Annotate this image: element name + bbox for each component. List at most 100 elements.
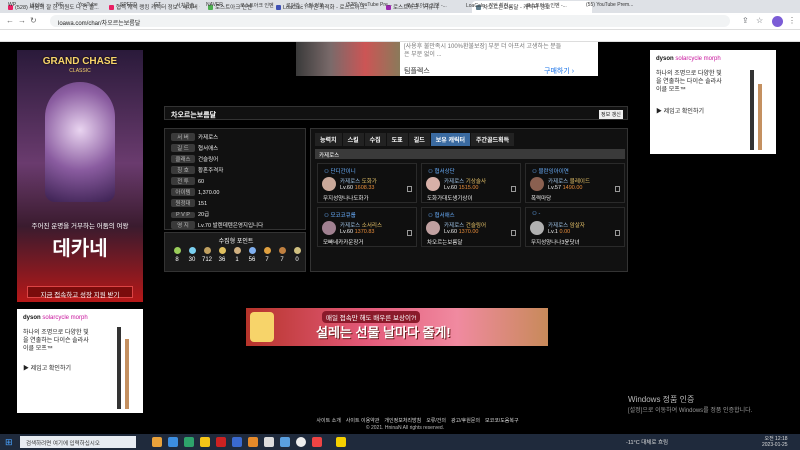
collection-item[interactable]: 56: [246, 247, 258, 263]
footer-link[interactable]: 모코코/도움복구: [485, 418, 519, 424]
taskbar-search[interactable]: 검색하려면 여기에 입력하십시오: [20, 436, 136, 448]
windows-activation-sub: [설정]으로 이동하여 Windows를 정품 인증합니다.: [628, 408, 753, 414]
profile-avatar[interactable]: [772, 16, 783, 27]
info-key: 서 버: [171, 133, 195, 141]
card-guild: ⚇ 블란잉아이연: [532, 169, 569, 175]
char-tab[interactable]: 길드: [408, 133, 430, 146]
info-value: 1,370.00: [198, 190, 220, 196]
collection-item[interactable]: 30: [186, 247, 198, 263]
character-card[interactable]: ⚇ 블란잉아이연 카제로스 블레이드 Lv.57 1490.00 폭력마당: [525, 163, 625, 203]
copy-icon[interactable]: [407, 186, 412, 192]
char-tab[interactable]: 능력치: [315, 133, 342, 146]
bookmark-item[interactable]: (528) YouTube Pre...: [346, 2, 392, 8]
character-card[interactable]: ⚇ 모코코큐룹 카제로스 소서리스 Lv.60 1370.83 모빠네카카운장거: [317, 207, 417, 247]
taskbar-app-icon[interactable]: [248, 437, 258, 447]
refresh-button[interactable]: 정보 갱신: [599, 110, 623, 119]
collection-item[interactable]: 1: [231, 247, 243, 263]
game-cta-button[interactable]: 지금 접속하고 성장 지원 받기: [27, 286, 133, 299]
info-value: Lv.70 발렌데텐은영지입니다: [198, 223, 264, 229]
copy-icon[interactable]: [407, 230, 412, 236]
bottom-ad-banner[interactable]: 매일 접속만 해도 배우른 보상이?! 설레는 선물 날마다 줄게!: [246, 308, 548, 346]
forward-icon[interactable]: →: [18, 16, 26, 25]
footer-link[interactable]: 사이트 이용약관: [346, 418, 380, 424]
collection-icon: [293, 247, 301, 254]
collection-count: 7: [265, 257, 269, 263]
collection-icon: [233, 247, 241, 254]
share-icon[interactable]: ⇪: [742, 16, 749, 25]
copy-icon[interactable]: [615, 230, 620, 236]
windows-start-icon[interactable]: ⊞: [5, 437, 13, 448]
char-tab[interactable]: 스킬: [342, 133, 364, 146]
bookmark-item[interactable]: YouTube: [78, 2, 98, 8]
footer-link[interactable]: 광고/후원문의: [451, 418, 480, 424]
copy-icon[interactable]: [511, 230, 516, 236]
collection-item[interactable]: 7: [276, 247, 288, 263]
bookmark-item[interactable]: 로아와 : 슈퍼 정보...: [286, 2, 328, 9]
bookmark-item[interactable]: 로스트아크 인벤: [240, 2, 274, 9]
taskbar-app-icon[interactable]: [152, 437, 162, 447]
bookmark-item[interactable]: 로스트아크 인벤 -...: [406, 2, 447, 9]
menu-icon[interactable]: ⋮: [788, 16, 796, 25]
collection-item[interactable]: 8: [171, 247, 183, 263]
taskbar-app-icon[interactable]: [216, 437, 226, 447]
grandchase-ad[interactable]: GRAND CHASE CLASSIC 주어진 운명을 거부하는 어둠의 여왕 …: [17, 50, 143, 302]
copy-icon[interactable]: [511, 186, 516, 192]
char-tab[interactable]: 주간골드획득: [471, 133, 515, 146]
footer-link[interactable]: 사이트 소개: [316, 418, 340, 424]
taskbar-app-icon[interactable]: [312, 437, 322, 447]
card-level: Lv.60 1370.00: [444, 229, 479, 235]
bookmark-item[interactable]: (55) YouTube Prem...: [586, 2, 633, 8]
character-card[interactable]: ⚇ 단디간이니 카제로스 도화가 Lv.60 1608.33 무지성양나나도화가: [317, 163, 417, 203]
bookmark-item[interactable]: NAVER: [206, 2, 223, 8]
char-tab[interactable]: 보유 캐릭터: [430, 133, 471, 146]
footer-link[interactable]: 오류/건의: [426, 418, 446, 424]
copy-icon[interactable]: [615, 186, 620, 192]
dyson-cta[interactable]: ▶ 제임고 확인하기: [23, 365, 71, 373]
bookmark-item[interactable]: WP: [8, 2, 16, 8]
collection-item[interactable]: 7: [261, 247, 273, 263]
taskbar-app-icon[interactable]: [200, 437, 210, 447]
card-guild: ⚇ 협서상단: [428, 169, 455, 175]
dyson-text: 하나의 조명으로 다양한 빛을 연출하는 다이슨 솔라사이클 모프™: [23, 330, 89, 352]
bookmark-item[interactable]: 로스트아크 인벤 -...: [526, 2, 567, 9]
clock[interactable]: 오전 12:18 2023-01-25: [762, 435, 788, 448]
collection-item[interactable]: 0: [291, 247, 303, 263]
bookmark-item[interactable]: GT: [154, 2, 161, 8]
taskbar-app-icon[interactable]: [280, 437, 290, 447]
taskbar-app-icon[interactable]: [336, 437, 346, 447]
bookmark-item[interactable]: 네이버: [30, 2, 44, 9]
info-value: 20급: [198, 212, 210, 218]
char-tab[interactable]: 수집: [364, 133, 386, 146]
bookmark-item[interactable]: NC: [56, 2, 63, 8]
collection-item[interactable]: 712: [201, 247, 213, 263]
char-tab[interactable]: 도표: [386, 133, 408, 146]
bookmark-star-icon[interactable]: ☆: [756, 16, 763, 25]
dyson-ad-right[interactable]: dyson solarcycle morph 하나의 조명으로 다양한 빛을 연…: [650, 50, 776, 154]
reload-icon[interactable]: ↻: [30, 16, 37, 25]
bookmark-item[interactable]: LoaCalc : 각인 최적...: [466, 2, 512, 9]
taskbar-app-icon[interactable]: [184, 437, 194, 447]
character-card[interactable]: ⚇ 협서애스 카제로스 건슬링어 Lv.60 1370.00 차오르는보름달: [421, 207, 521, 247]
game-character-name: 데카네: [52, 236, 108, 260]
character-card[interactable]: ⚇ 협서상단 카제로스 기상술사 Lv.60 1515.00 도화가대도생기상이: [421, 163, 521, 203]
collection-item[interactable]: 36: [216, 247, 228, 263]
back-icon[interactable]: ←: [6, 16, 14, 25]
collection-count: 7: [280, 257, 284, 263]
address-bar[interactable]: loawa.com/char/차오르는보름달: [50, 15, 730, 27]
top-ad-banner[interactable]: [사용후 불만족시 100%환불보장] 부분 더 아프서 고생하는 분들은 부분…: [296, 42, 598, 76]
card-guild: ⚇ 모코코큐룹: [324, 213, 356, 219]
dyson-ad-left[interactable]: dyson solarcycle morph 하나의 조명으로 다양한 빛을 연…: [17, 309, 143, 413]
ad-buy-button[interactable]: 구매하기 ›: [544, 66, 574, 76]
taskbar-app-icon[interactable]: [264, 437, 274, 447]
game-logo: [250, 312, 274, 342]
card-server-class: 카제로스 암살자: [548, 223, 585, 229]
taskbar-app-icon[interactable]: [232, 437, 242, 447]
taskbar-app-icon[interactable]: [168, 437, 178, 447]
footer-link[interactable]: 개인정보처리방침: [384, 418, 421, 424]
dyson-cta[interactable]: ▶ 제임고 확인하기: [656, 108, 704, 116]
weather-widget[interactable]: -11°C 대체로 흐림: [626, 438, 668, 446]
chrome-icon[interactable]: [296, 437, 306, 447]
character-card[interactable]: ⚇ - 카제로스 암살자 Lv.1 0.00 무지성양나나3윤닷녀: [525, 207, 625, 247]
bookmark-item[interactable]: 서치콘솔: [176, 2, 194, 9]
bookmark-item[interactable]: SPEED: [120, 2, 137, 8]
